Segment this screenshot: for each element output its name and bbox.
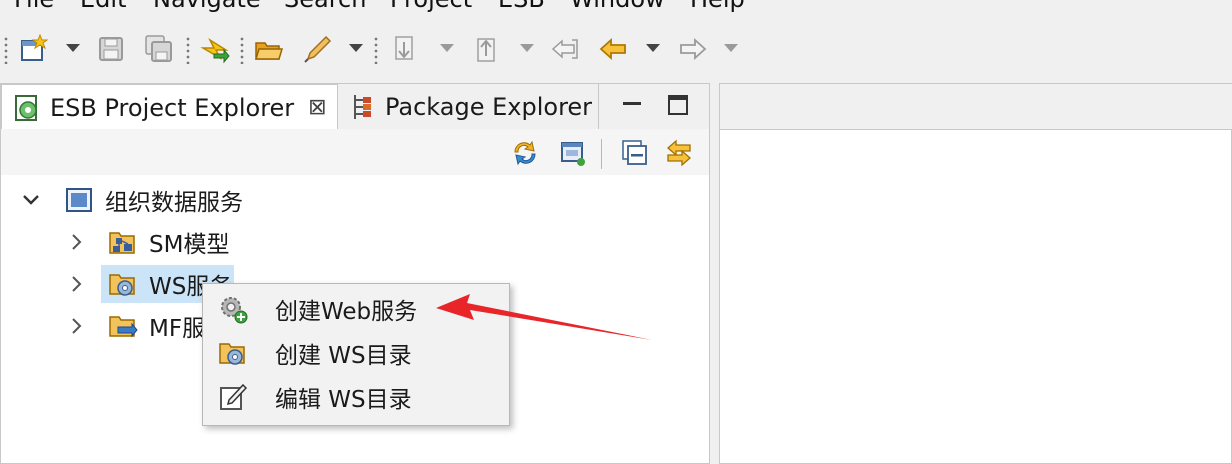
menu-item-create-ws-directory[interactable]: 创建 WS目录 bbox=[203, 331, 509, 375]
back-button[interactable] bbox=[596, 32, 630, 66]
next-annotation-dropdown[interactable] bbox=[440, 44, 454, 52]
forward-dropdown-arrow[interactable] bbox=[724, 44, 738, 52]
tree-root-label: 组织数据服务 bbox=[105, 190, 243, 216]
back-arrow-icon bbox=[599, 37, 626, 61]
editor-area bbox=[719, 83, 1232, 464]
chevron-right-icon[interactable] bbox=[67, 274, 87, 294]
menu-esb[interactable]: ESB bbox=[498, 0, 545, 12]
chevron-down-icon[interactable] bbox=[21, 190, 41, 210]
tab-label: Package Explorer bbox=[385, 92, 593, 121]
close-icon[interactable]: ⊠ bbox=[308, 95, 326, 120]
maximize-icon bbox=[668, 95, 688, 115]
link-with-editor-button[interactable] bbox=[663, 137, 695, 169]
package-explorer-icon bbox=[347, 92, 377, 122]
toolbar-separator bbox=[240, 36, 244, 64]
editor-area-header bbox=[720, 84, 1232, 130]
context-menu: 创建Web服务 创建 WS目录 编辑 WS目录 bbox=[202, 283, 510, 426]
new-wizard-icon bbox=[21, 34, 48, 61]
menu-item-create-web-service[interactable]: 创建Web服务 bbox=[203, 287, 509, 331]
menu-search[interactable]: Search bbox=[284, 0, 366, 12]
next-annotation-icon bbox=[395, 36, 413, 60]
last-edit-location-button[interactable] bbox=[548, 32, 582, 66]
pen-icon bbox=[304, 35, 332, 63]
menu-file[interactable]: File bbox=[14, 0, 54, 12]
refresh-button[interactable] bbox=[509, 137, 541, 169]
tree-root-row[interactable]: 组织数据服务 bbox=[21, 181, 243, 219]
folder-gear-icon bbox=[217, 337, 249, 369]
menu-item-edit-ws-directory[interactable]: 编辑 WS目录 bbox=[203, 375, 509, 419]
view-menu-icon bbox=[561, 142, 585, 166]
explorer-tabbar: ESB Project Explorer ⊠ Package Explorer bbox=[1, 84, 709, 130]
forward-arrow-icon bbox=[680, 37, 707, 61]
main-toolbar bbox=[0, 26, 1232, 74]
open-folder-icon bbox=[254, 42, 284, 60]
tab-package-explorer[interactable]: Package Explorer bbox=[337, 84, 599, 129]
gear-add-icon bbox=[217, 293, 249, 325]
explorer-view-toolbar bbox=[1, 129, 709, 175]
last-edit-location-icon bbox=[551, 39, 578, 59]
collapse-all-button[interactable] bbox=[619, 137, 651, 169]
mf-folder-icon bbox=[107, 310, 139, 342]
menu-bar: File Edit Navigate Search Project ESB Wi… bbox=[0, 0, 1232, 12]
menu-item-label: 创建 WS目录 bbox=[275, 343, 412, 369]
menu-navigate[interactable]: Navigate bbox=[153, 0, 261, 12]
save-all-button[interactable] bbox=[142, 32, 176, 66]
view-toolbar-separator bbox=[601, 139, 602, 169]
menu-item-label: 创建Web服务 bbox=[275, 299, 418, 325]
menu-item-label: 编辑 WS目录 bbox=[275, 387, 412, 413]
build-icon bbox=[200, 37, 230, 64]
save-all-icon bbox=[145, 35, 172, 62]
ws-folder-gear-icon bbox=[107, 268, 139, 300]
project-icon bbox=[63, 184, 95, 216]
tab-label: ESB Project Explorer bbox=[50, 93, 295, 122]
sm-model-folder-icon bbox=[107, 226, 139, 258]
toolbar-separator bbox=[4, 36, 8, 64]
previous-annotation-dropdown[interactable] bbox=[520, 44, 534, 52]
save-icon bbox=[99, 37, 123, 61]
new-wizard-button[interactable] bbox=[16, 32, 50, 66]
previous-annotation-button[interactable] bbox=[470, 32, 504, 66]
toolbar-separator bbox=[374, 36, 378, 64]
pen-tool-button[interactable] bbox=[300, 32, 334, 66]
view-menu-button[interactable] bbox=[557, 137, 589, 169]
menu-window[interactable]: Window bbox=[570, 0, 665, 12]
tab-esb-project-explorer[interactable]: ESB Project Explorer ⊠ bbox=[1, 84, 338, 130]
toolbar-separator bbox=[186, 36, 190, 64]
chevron-right-icon[interactable] bbox=[67, 316, 87, 336]
minimize-button[interactable] bbox=[619, 92, 645, 118]
menu-project[interactable]: Project bbox=[390, 0, 472, 12]
save-button[interactable] bbox=[94, 32, 128, 66]
build-button[interactable] bbox=[198, 32, 232, 66]
minimize-icon bbox=[623, 102, 641, 105]
menu-help[interactable]: Help bbox=[690, 0, 745, 12]
maximize-button[interactable] bbox=[665, 92, 691, 118]
forward-button[interactable] bbox=[676, 32, 710, 66]
esb-explorer-icon bbox=[12, 93, 42, 123]
link-with-editor-icon bbox=[667, 139, 691, 167]
back-dropdown-arrow[interactable] bbox=[646, 44, 660, 52]
tree-item-sm-model[interactable]: SM模型 bbox=[67, 223, 229, 261]
edit-pencil-icon bbox=[217, 381, 249, 413]
menu-edit[interactable]: Edit bbox=[80, 0, 126, 12]
collapse-all-icon bbox=[622, 140, 647, 165]
refresh-icon bbox=[514, 140, 536, 166]
pen-dropdown-arrow[interactable] bbox=[349, 44, 363, 52]
chevron-right-icon[interactable] bbox=[67, 232, 87, 252]
previous-annotation-icon bbox=[477, 38, 495, 62]
open-folder-button[interactable] bbox=[252, 32, 286, 66]
next-annotation-button[interactable] bbox=[388, 32, 422, 66]
tree-item-label: SM模型 bbox=[149, 232, 230, 258]
new-dropdown-arrow[interactable] bbox=[66, 44, 80, 52]
